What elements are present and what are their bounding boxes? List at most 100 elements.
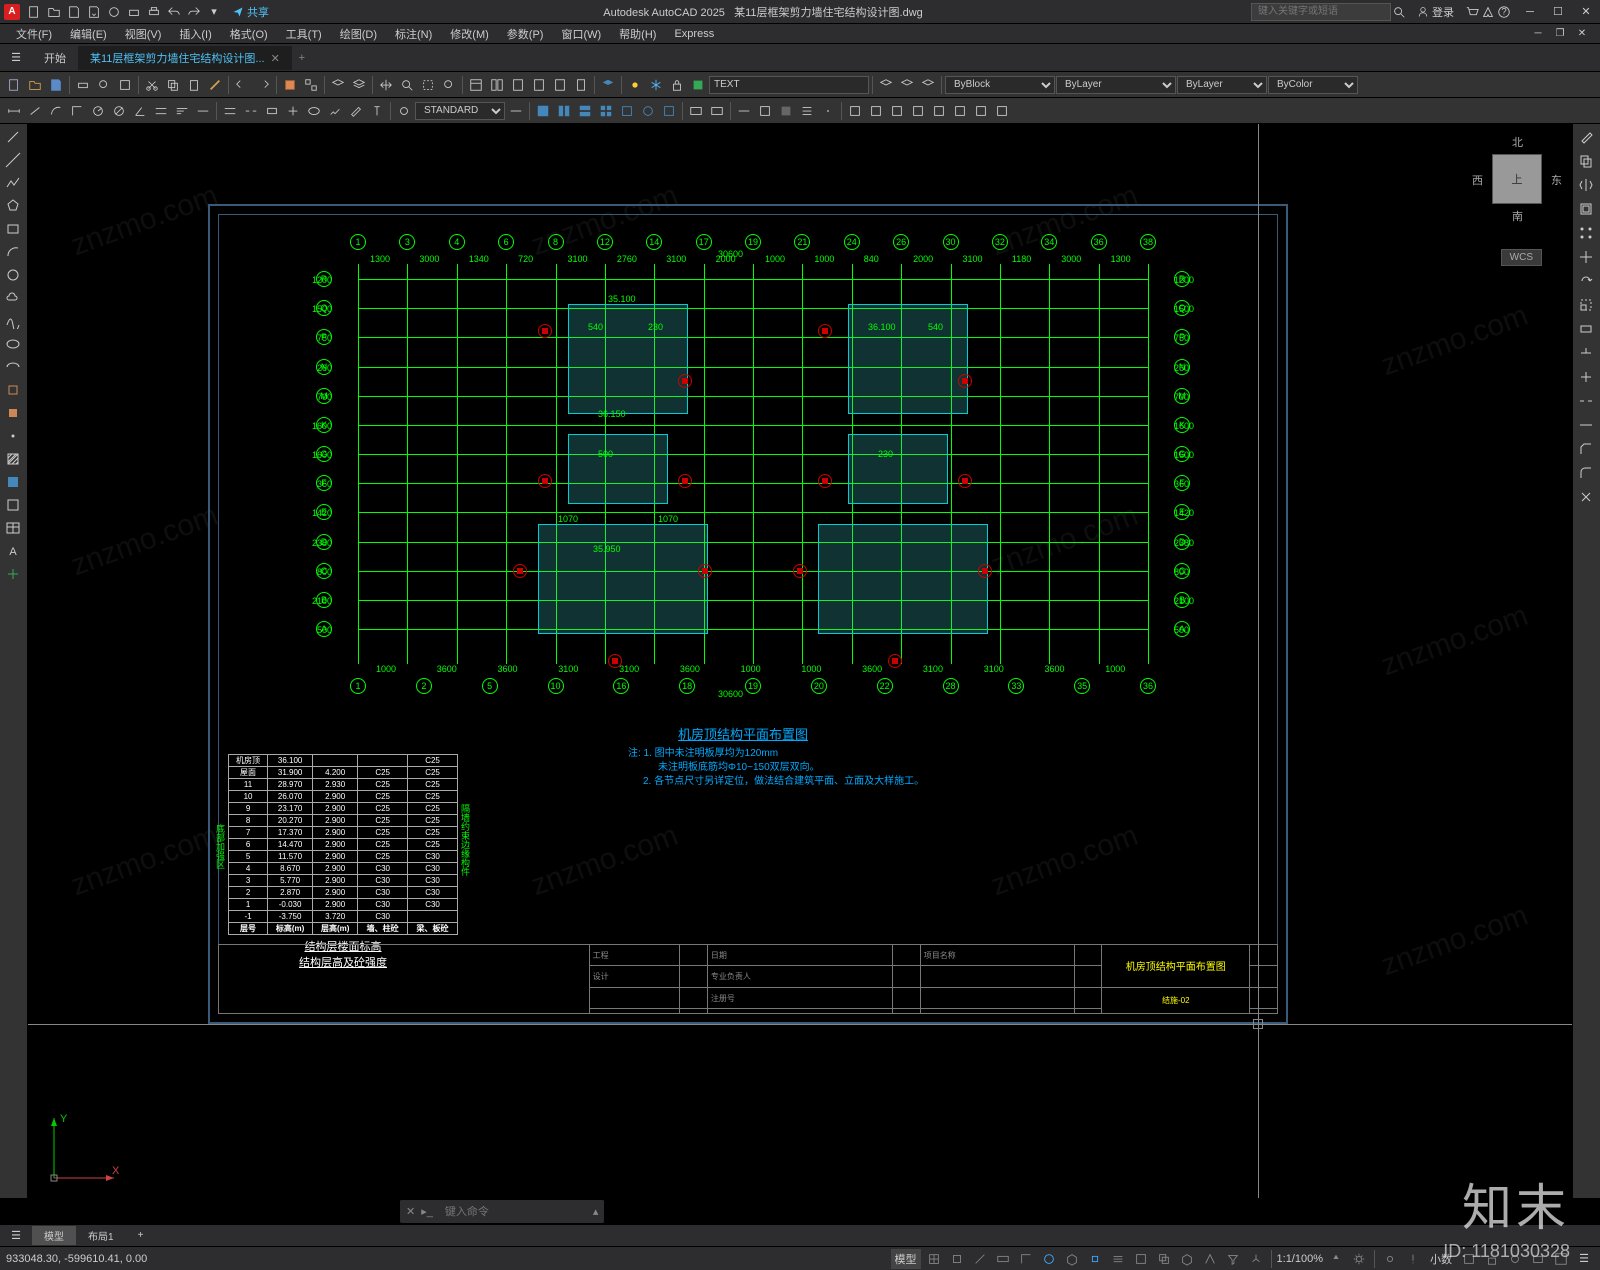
layout-add-button[interactable]: + <box>126 1228 156 1243</box>
layerprev-icon[interactable] <box>897 75 917 95</box>
cut-icon[interactable] <box>142 75 162 95</box>
polar-toggle-icon[interactable] <box>1039 1249 1059 1269</box>
command-input[interactable] <box>439 1206 593 1218</box>
new-icon[interactable] <box>26 4 42 20</box>
pline-icon[interactable] <box>2 172 24 194</box>
viewport3-icon[interactable] <box>575 101 595 121</box>
menu-format[interactable]: 格式(O) <box>222 24 276 44</box>
dim-aligned-icon[interactable] <box>25 101 45 121</box>
tab-layout1[interactable]: 布局1 <box>76 1226 126 1245</box>
lock-icon[interactable] <box>667 75 687 95</box>
annotation-scale[interactable]: 1:1/100% <box>1277 1253 1323 1265</box>
area-icon[interactable] <box>755 101 775 121</box>
designcenter-icon[interactable] <box>487 75 507 95</box>
doc-minimize-button[interactable]: ─ <box>1528 25 1548 43</box>
markup-icon[interactable] <box>550 75 570 95</box>
osnap-toggle-icon[interactable] <box>1085 1249 1105 1269</box>
viewport-clip-icon[interactable] <box>659 101 679 121</box>
dim-linear-icon[interactable] <box>4 101 24 121</box>
arc-icon[interactable] <box>2 241 24 263</box>
list-icon[interactable] <box>797 101 817 121</box>
dimstyle-icon[interactable] <box>506 101 526 121</box>
stretch-icon[interactable] <box>1575 318 1597 340</box>
maximize-button[interactable]: ☐ <box>1548 3 1568 21</box>
gradient-icon[interactable] <box>2 471 24 493</box>
dimedit-icon[interactable] <box>346 101 366 121</box>
layout-menu-icon[interactable]: ☰ <box>4 1224 28 1248</box>
viewport1-icon[interactable] <box>533 101 553 121</box>
preview-icon[interactable] <box>94 75 114 95</box>
addselected-icon[interactable] <box>2 563 24 585</box>
menu-toggle-icon[interactable]: ☰ <box>4 46 28 70</box>
match-icon[interactable] <box>205 75 225 95</box>
break-icon[interactable] <box>1575 390 1597 412</box>
drawing-canvas[interactable]: znzmo.com znzmo.com znzmo.com znzmo.com … <box>28 124 1572 1198</box>
insert-icon[interactable] <box>2 379 24 401</box>
saveas-icon[interactable] <box>86 4 102 20</box>
layerstate-icon[interactable] <box>876 75 896 95</box>
dimtedit-icon[interactable] <box>367 101 387 121</box>
menu-file[interactable]: 文件(F) <box>8 24 60 44</box>
layermatch-icon[interactable] <box>918 75 938 95</box>
selection-filter-icon[interactable] <box>1223 1249 1243 1269</box>
paste-icon[interactable] <box>184 75 204 95</box>
zoom-icon[interactable] <box>397 75 417 95</box>
zoom-window-icon[interactable] <box>418 75 438 95</box>
menu-dimension[interactable]: 标注(N) <box>387 24 440 44</box>
plotstyle-dropdown[interactable]: ByColor <box>1268 76 1358 94</box>
offset-icon[interactable] <box>1575 198 1597 220</box>
menu-insert[interactable]: 插入(I) <box>171 24 219 44</box>
color-dropdown[interactable]: ByBlock <box>945 76 1055 94</box>
viewport4-icon[interactable] <box>596 101 616 121</box>
dim-quick-icon[interactable] <box>151 101 171 121</box>
block-icon[interactable] <box>2 402 24 424</box>
open-icon[interactable] <box>25 75 45 95</box>
fillet-icon[interactable] <box>1575 462 1597 484</box>
publish-icon[interactable] <box>115 75 135 95</box>
line-icon[interactable] <box>2 126 24 148</box>
print-icon[interactable] <box>146 4 162 20</box>
command-line[interactable]: ✕ ▸_ ▴ <box>400 1199 604 1223</box>
close-button[interactable]: ✕ <box>1576 3 1596 21</box>
linetype-dropdown[interactable]: ByLayer <box>1177 76 1267 94</box>
spline-icon[interactable] <box>2 310 24 332</box>
copy2-icon[interactable] <box>1575 150 1597 172</box>
toolpalette-icon[interactable] <box>508 75 528 95</box>
menu-edit[interactable]: 编辑(E) <box>62 24 115 44</box>
ref-frame-icon[interactable] <box>908 101 928 121</box>
ducs-icon[interactable] <box>1200 1249 1220 1269</box>
menu-draw[interactable]: 绘图(D) <box>332 24 385 44</box>
ref-attach-icon[interactable] <box>845 101 865 121</box>
block-icon[interactable] <box>280 75 300 95</box>
ellipsearc-icon[interactable] <box>2 356 24 378</box>
undo-icon[interactable] <box>232 75 252 95</box>
dim-baseline-icon[interactable] <box>172 101 192 121</box>
viewport-obj-icon[interactable] <box>638 101 658 121</box>
dim-diameter-icon[interactable] <box>109 101 129 121</box>
menu-modify[interactable]: 修改(M) <box>442 24 497 44</box>
namedview-icon[interactable] <box>707 101 727 121</box>
hatch-icon[interactable] <box>2 448 24 470</box>
pan-icon[interactable] <box>376 75 396 95</box>
region2-icon[interactable] <box>2 494 24 516</box>
copy-icon[interactable] <box>163 75 183 95</box>
app-icon[interactable]: A <box>4 4 20 20</box>
layers-panel-icon[interactable] <box>598 75 618 95</box>
freeze-icon[interactable] <box>646 75 666 95</box>
trim-icon[interactable] <box>1575 342 1597 364</box>
tab-model[interactable]: 模型 <box>32 1226 76 1245</box>
lwt-toggle-icon[interactable] <box>1108 1249 1128 1269</box>
minimize-button[interactable]: ─ <box>1520 3 1540 21</box>
customize-icon[interactable]: ☰ <box>1574 1249 1594 1269</box>
print-icon[interactable] <box>73 75 93 95</box>
annoscale-icon[interactable] <box>1326 1249 1346 1269</box>
tab-start[interactable]: 开始 <box>32 46 78 70</box>
workspace-icon[interactable] <box>1380 1249 1400 1269</box>
viewport-poly-icon[interactable] <box>617 101 637 121</box>
search-icon[interactable] <box>1391 4 1407 20</box>
chamfer-icon[interactable] <box>1575 438 1597 460</box>
array-icon[interactable] <box>1575 222 1597 244</box>
rectangle-icon[interactable] <box>2 218 24 240</box>
menu-param[interactable]: 参数(P) <box>499 24 552 44</box>
menu-window[interactable]: 窗口(W) <box>553 24 609 44</box>
